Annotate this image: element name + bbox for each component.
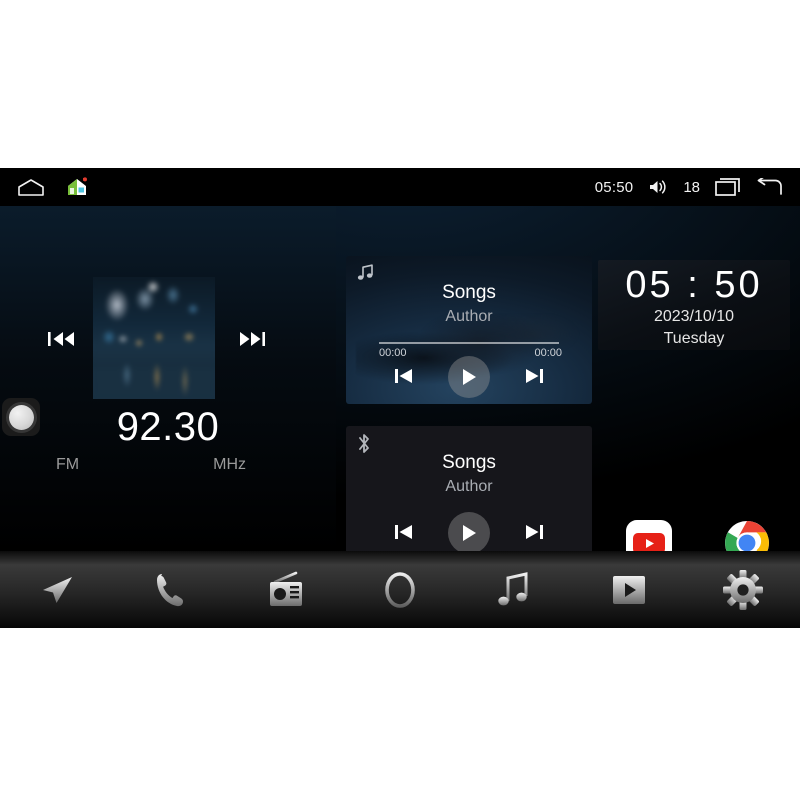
dock-music[interactable] (457, 551, 571, 628)
radio-icon (265, 571, 307, 609)
back-arrow-icon[interactable] (756, 178, 782, 196)
radio-band-label: FM (56, 456, 80, 473)
clock-date: 2023/10/10 (653, 308, 735, 325)
navigation-arrow-icon (36, 569, 78, 611)
device-screen: 05:50 18 92.30 FM MHz Songs Author 00:00… (0, 168, 800, 628)
status-bar: 05:50 18 (0, 168, 800, 206)
dock-navigation[interactable] (0, 551, 114, 628)
house-color-icon[interactable] (66, 177, 88, 197)
music-play-button[interactable] (448, 356, 490, 398)
phone-icon (151, 570, 191, 610)
home-desktop: 92.30 FM MHz Songs Author 00:00 00:00 So… (0, 206, 800, 628)
dock-video[interactable] (571, 551, 685, 628)
dock-settings[interactable] (686, 551, 800, 628)
bottom-dock (0, 551, 800, 628)
bluetooth-track-title: Songs (442, 452, 496, 473)
dock-phone[interactable] (114, 551, 228, 628)
dock-radio[interactable] (229, 551, 343, 628)
music-next-button[interactable] (520, 364, 548, 388)
radio-widget: 92.30 FM MHz (0, 206, 336, 551)
recent-apps-icon[interactable] (715, 178, 741, 196)
volume-up-icon[interactable] (648, 179, 668, 195)
dock-home[interactable] (343, 551, 457, 628)
music-progress-bar[interactable] (379, 342, 559, 344)
radio-frequency: 92.30 (116, 405, 220, 449)
status-bar-clock: 05:50 (594, 178, 634, 196)
music-controls (346, 356, 592, 398)
bluetooth-play-button[interactable] (448, 512, 490, 554)
music-note-icon (356, 263, 375, 282)
clock-time: 05 : 50 (625, 264, 763, 306)
radio-prev-button[interactable] (42, 326, 82, 352)
music-track-title: Songs (442, 282, 496, 303)
bluetooth-icon (356, 433, 372, 454)
home-circle-icon (379, 568, 421, 612)
bluetooth-track-author: Author (445, 478, 493, 495)
status-bar-left (18, 177, 88, 197)
music-track-author: Author (445, 308, 493, 325)
bluetooth-next-button[interactable] (520, 520, 548, 544)
clock-widget[interactable]: 05 : 50 2023/10/10 Tuesday (598, 260, 790, 350)
volume-level: 18 (683, 178, 700, 196)
music-player-card[interactable]: Songs Author 00:00 00:00 (346, 256, 592, 404)
gear-icon (722, 569, 764, 611)
radio-album-art (93, 277, 215, 399)
music-prev-button[interactable] (390, 364, 418, 388)
home-outline-icon[interactable] (18, 178, 44, 196)
video-play-icon (609, 573, 649, 607)
bluetooth-prev-button[interactable] (390, 520, 418, 544)
radio-unit-label: MHz (213, 456, 246, 473)
bluetooth-controls (346, 512, 592, 554)
rotary-knob-icon[interactable] (2, 398, 40, 436)
clock-weekday: Tuesday (663, 330, 725, 347)
radio-next-button[interactable] (232, 326, 272, 352)
music-note-icon (495, 570, 533, 610)
status-bar-right: 05:50 18 (595, 178, 782, 196)
